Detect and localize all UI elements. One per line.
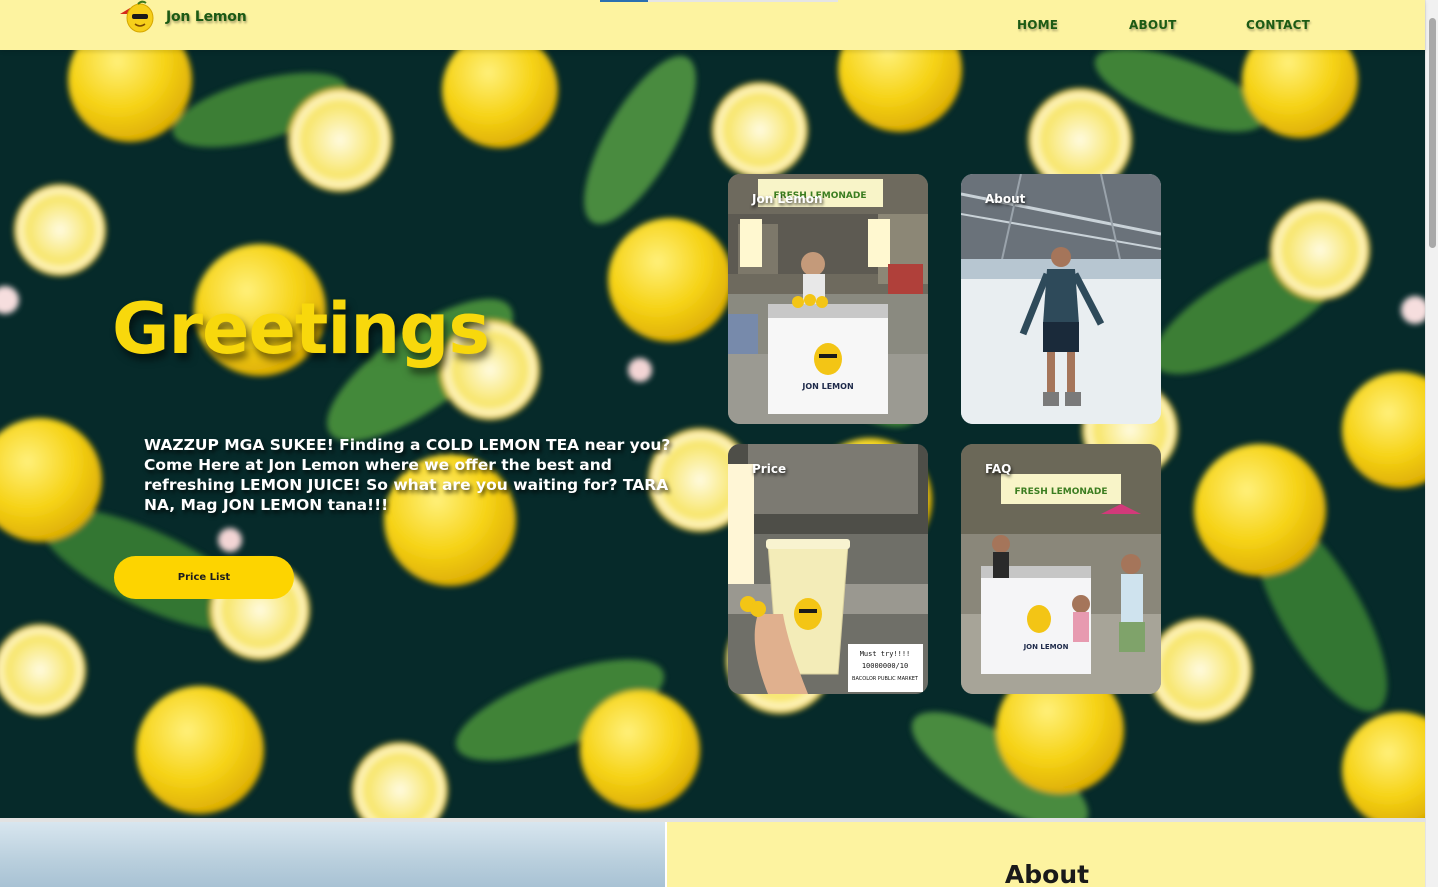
hero-heading: Greetings: [112, 288, 490, 370]
card-price[interactable]: Must try!!!! 10000000/10 BACOLOR PUBLIC …: [728, 444, 928, 694]
svg-text:JON LEMON: JON LEMON: [801, 382, 853, 391]
card-jon-lemon[interactable]: FRESH LEMONADE JON LEMON Jon Lemon: [728, 174, 928, 424]
top-navbar: Jon Lemon HOME ABOUT CONTACT: [0, 0, 1425, 50]
about-photo: [0, 822, 665, 887]
loading-indicator: [600, 0, 648, 2]
svg-text:BACOLOR PUBLIC MARKET: BACOLOR PUBLIC MARKET: [852, 676, 919, 682]
card-label-price: Price: [752, 462, 787, 476]
hero-section: Greetings WAZZUP MGA SUKEE! Finding a CO…: [0, 50, 1425, 818]
svg-text:FRESH LEMONADE: FRESH LEMONADE: [1015, 487, 1108, 497]
nav-contact-link[interactable]: CONTACT: [1246, 18, 1310, 32]
svg-text:Must try!!!!: Must try!!!!: [860, 650, 911, 658]
loading-track: [648, 0, 838, 2]
brand-link[interactable]: Jon Lemon: [116, 0, 247, 34]
card-label-about: About: [985, 192, 1026, 206]
nav-home-link[interactable]: HOME: [1017, 18, 1058, 32]
svg-text:JON LEMON: JON LEMON: [1023, 643, 1069, 651]
price-list-button[interactable]: Price List: [114, 556, 294, 599]
nav-about-link[interactable]: ABOUT: [1129, 18, 1177, 32]
page-scrollbar[interactable]: [1425, 0, 1438, 887]
card-label-jon-lemon: Jon Lemon: [752, 192, 823, 206]
card-faq[interactable]: FRESH LEMONADE JON LEMON FAQ: [961, 444, 1161, 694]
lemonade-stall-photo: FRESH LEMONADE JON LEMON: [728, 174, 928, 424]
ice-skating-photo: [961, 174, 1161, 424]
brand-name: Jon Lemon: [166, 9, 247, 25]
card-about[interactable]: About: [961, 174, 1161, 424]
svg-text:10000000/10: 10000000/10: [862, 662, 908, 670]
lemon-drink-cup-photo: Must try!!!! 10000000/10 BACOLOR PUBLIC …: [728, 444, 928, 694]
stall-with-children-photo: FRESH LEMONADE JON LEMON: [961, 444, 1161, 694]
hero-description: WAZZUP MGA SUKEE! Finding a COLD LEMON T…: [144, 436, 671, 514]
lemon-pattern-background: [0, 50, 1425, 818]
scrollbar-thumb[interactable]: [1429, 18, 1436, 248]
lemon-mascot-icon: [120, 0, 154, 33]
about-panel: About: [667, 822, 1425, 887]
card-label-faq: FAQ: [985, 462, 1012, 476]
about-heading: About: [1004, 860, 1090, 887]
